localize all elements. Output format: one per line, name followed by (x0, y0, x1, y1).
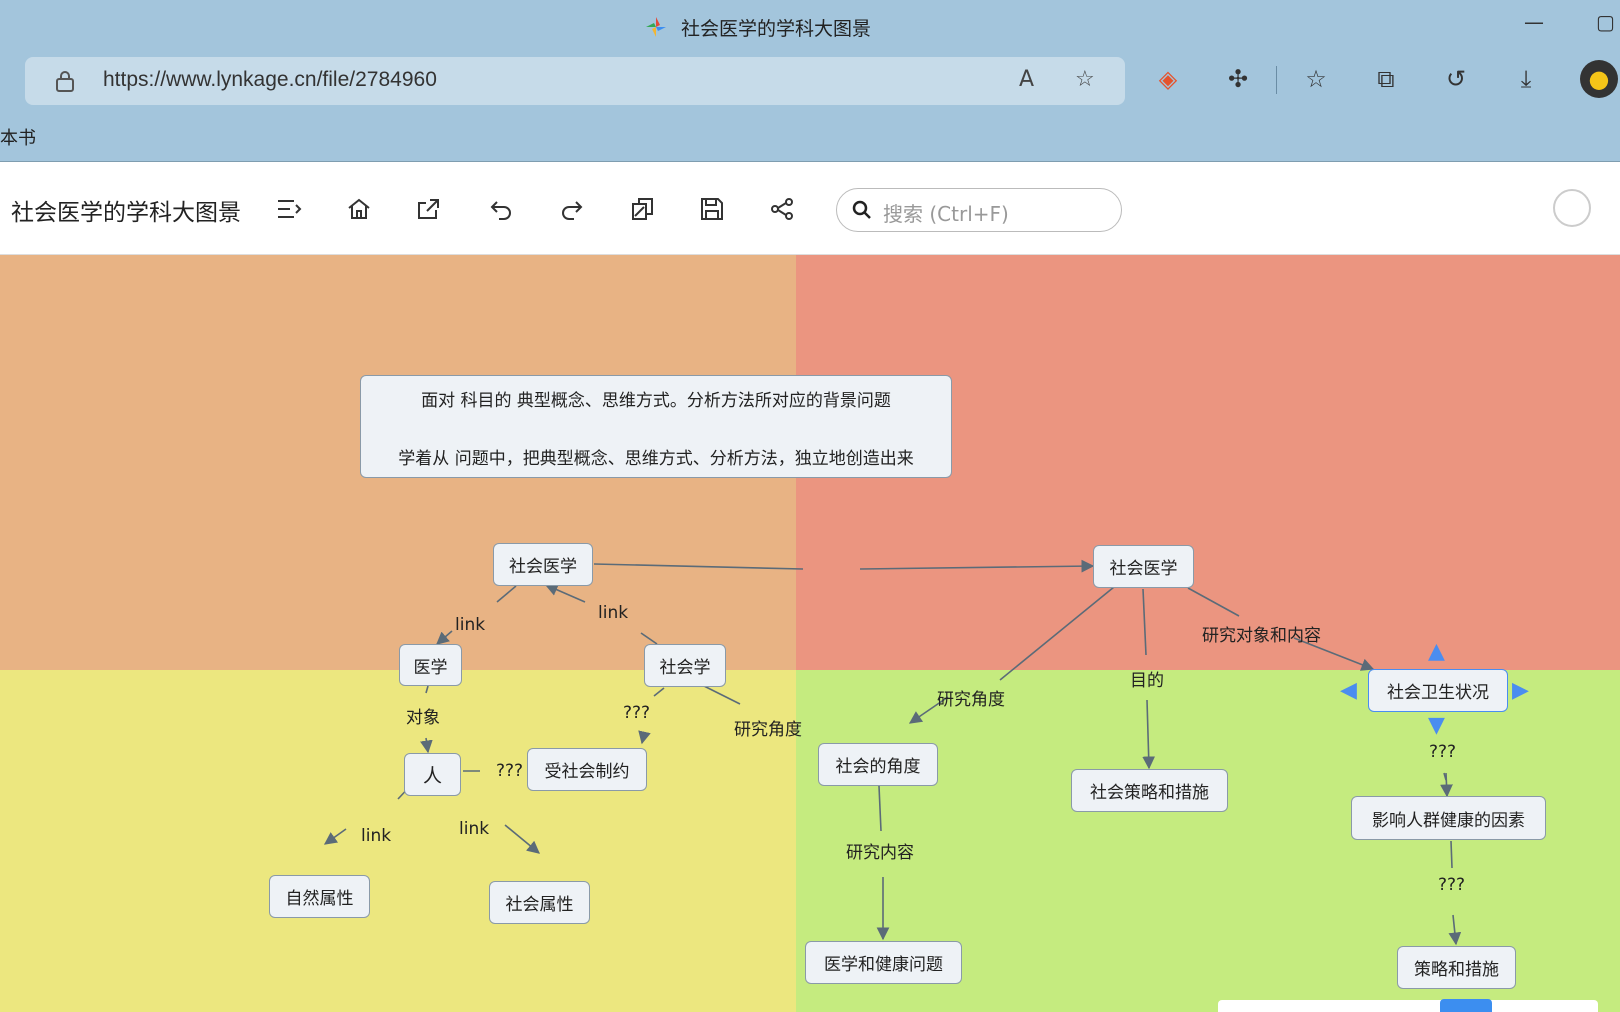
expand-down-icon[interactable]: ▼ (1428, 713, 1445, 738)
expand-right-icon[interactable]: ▶ (1512, 678, 1529, 703)
search-box[interactable]: 搜索 (Ctrl+F) (836, 188, 1122, 232)
favorites-icon[interactable]: ☆ (1299, 62, 1333, 96)
user-avatar[interactable] (1553, 189, 1591, 227)
link-label[interactable]: 研究对象和内容 (1202, 621, 1321, 646)
window-title: 社会医学的学科大图景 (681, 18, 872, 40)
node-social-constraint[interactable]: 受社会制约 (527, 748, 647, 791)
browser-toolbar: https://www.lynkage.cn/file/2784960 A ☆ … (0, 52, 1620, 112)
link-label[interactable]: 对象 (406, 703, 440, 728)
mindmap-canvas[interactable]: 面对 科目的 典型概念、思维方式。分析方法所对应的背景问题 学着从 问题中，把典… (0, 255, 1620, 1012)
node-person[interactable]: 人 (404, 753, 461, 796)
document-title: 社会医学的学科大图景 (11, 200, 241, 226)
app-toolbar: 社会医学的学科大图景 搜索 (Ctrl+F) (0, 163, 1620, 255)
share-icon[interactable] (764, 191, 800, 227)
app-logo-icon (646, 17, 666, 37)
bottom-panel-button[interactable] (1440, 999, 1492, 1012)
note-line-1: 面对 科目的 典型概念、思维方式。分析方法所对应的背景问题 (421, 391, 891, 411)
connection-lines (323, 559, 1462, 946)
link-label[interactable]: ??? (623, 703, 650, 723)
link-label[interactable]: ??? (496, 761, 523, 781)
extension-icon[interactable]: ◈ (1151, 62, 1185, 96)
bookmark-item[interactable]: 本书 (0, 124, 36, 150)
link-label[interactable]: 研究内容 (846, 838, 914, 863)
link-label[interactable]: 研究角度 (734, 715, 802, 740)
extensions-puzzle-icon[interactable]: ✣ (1221, 62, 1255, 96)
link-label[interactable]: ??? (1438, 875, 1465, 895)
export-icon[interactable] (411, 191, 447, 227)
node-natural-attribute[interactable]: 自然属性 (269, 875, 370, 918)
link-label[interactable]: 目的 (1130, 666, 1164, 691)
node-social-medicine-left[interactable]: 社会医学 (493, 543, 593, 586)
link-label[interactable]: link (459, 819, 489, 839)
maximize-icon[interactable]: ▢ (1596, 10, 1615, 34)
node-social-medicine-right[interactable]: 社会医学 (1093, 545, 1194, 588)
node-social-strategy[interactable]: 社会策略和措施 (1071, 769, 1228, 812)
url-text[interactable]: https://www.lynkage.cn/file/2784960 (103, 68, 437, 92)
node-medicine[interactable]: 医学 (399, 644, 462, 686)
node-sociology[interactable]: 社会学 (644, 644, 726, 687)
history-icon[interactable]: ↺ (1439, 62, 1473, 96)
home-icon[interactable] (341, 191, 377, 227)
address-bar[interactable]: https://www.lynkage.cn/file/2784960 A ☆ (25, 57, 1125, 105)
toolbar-divider (1276, 66, 1277, 94)
node-health-problems[interactable]: 医学和健康问题 (805, 941, 962, 984)
copy-format-icon[interactable] (625, 191, 661, 227)
link-label[interactable]: link (598, 603, 628, 623)
downloads-icon[interactable]: ⤓ (1509, 62, 1543, 96)
link-label[interactable]: link (361, 826, 391, 846)
node-social-attribute[interactable]: 社会属性 (489, 881, 590, 924)
profile-avatar[interactable]: ● (1580, 60, 1618, 98)
expand-left-icon[interactable]: ◀ (1340, 678, 1357, 703)
expand-up-icon[interactable]: ▲ (1428, 639, 1445, 664)
link-label[interactable]: 研究角度 (937, 685, 1005, 710)
collections-icon[interactable]: ⧉ (1369, 62, 1403, 96)
minimize-icon[interactable]: — (1524, 10, 1544, 34)
undo-icon[interactable] (484, 191, 520, 227)
link-label[interactable]: ??? (1429, 742, 1456, 762)
add-favorite-icon[interactable]: ☆ (1075, 67, 1095, 92)
node-social-perspective[interactable]: 社会的角度 (818, 743, 938, 786)
search-icon (852, 200, 871, 219)
bottom-panel (1218, 1000, 1598, 1012)
outline-icon[interactable] (271, 191, 307, 227)
node-social-health-status[interactable]: 社会卫生状况 (1368, 669, 1508, 712)
save-icon[interactable] (694, 191, 730, 227)
bookmarks-bar: 本书 (0, 112, 1620, 162)
lock-icon (56, 71, 74, 92)
browser-titlebar: 社会医学的学科大图景 — ▢ (0, 0, 1620, 52)
search-input[interactable]: 搜索 (Ctrl+F) (883, 198, 1009, 227)
background-note[interactable]: 面对 科目的 典型概念、思维方式。分析方法所对应的背景问题 学着从 问题中，把典… (360, 375, 952, 478)
link-label[interactable]: link (455, 615, 485, 635)
redo-icon[interactable] (553, 191, 589, 227)
read-aloud-icon[interactable]: A (1019, 67, 1034, 92)
node-health-factors[interactable]: 影响人群健康的因素 (1351, 796, 1546, 840)
note-line-2: 学着从 问题中，把典型概念、思维方式、分析方法，独立地创造出来 (398, 449, 914, 469)
node-strategies[interactable]: 策略和措施 (1397, 946, 1516, 989)
